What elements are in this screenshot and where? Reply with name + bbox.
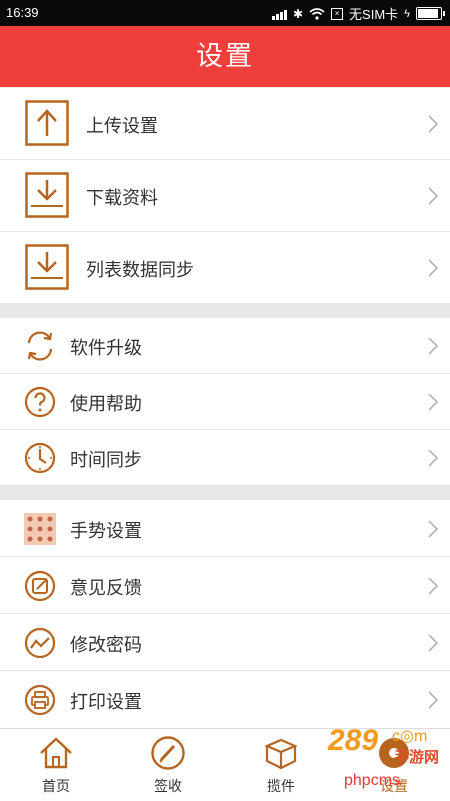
carrier-label: 无SIM卡 [349,7,399,22]
chevron-right-icon [428,520,438,538]
bluetooth-icon: ✱ [292,6,304,21]
sign-icon [151,736,185,770]
menu-item-print-settings[interactable]: 打印设置 [0,671,450,728]
chevron-right-icon [428,691,438,709]
tab-sign[interactable]: 签收 [112,729,224,801]
menu-item-download-data[interactable]: 下载资料 [0,160,450,232]
menu-item-label: 手势设置 [70,521,142,542]
gesture-grid-icon [24,513,56,545]
chevron-right-icon [428,393,438,411]
watermark-suffix: 手游网 [394,748,440,766]
menu-item-list-data-sync[interactable]: 列表数据同步 [0,232,450,304]
menu-item-label: 列表数据同步 [86,260,194,281]
tab-home[interactable]: 首页 [0,729,112,801]
status-bar: 16:39 ✱ × 无SIM卡 ϟ [0,0,450,26]
help-icon [24,386,56,418]
tab-label: 首页 [42,779,70,795]
menu-item-upload-settings[interactable]: 上传设置 [0,88,450,160]
menu-item-label: 上传设置 [86,116,158,137]
chevron-right-icon [428,634,438,652]
tab-label: 签收 [154,779,182,795]
tab-pickup[interactable]: 揽件 [225,729,337,801]
battery-icon [416,7,445,20]
home-icon [40,737,72,769]
wifi-icon [309,7,325,20]
menu-item-time-sync[interactable]: 时间同步 [0,430,450,486]
menu-item-label: 下载资料 [86,188,158,209]
password-icon [24,627,56,659]
menu-item-gesture-settings[interactable]: 手势设置 [0,500,450,557]
menu-item-label: 打印设置 [70,692,142,713]
refresh-icon [27,331,53,361]
chevron-right-icon [428,577,438,595]
menu-item-change-password[interactable]: 修改密码 [0,614,450,671]
feedback-icon [24,570,56,602]
signal-icon [271,8,287,20]
menu-item-label: 意见反馈 [70,578,142,599]
upload-icon [25,100,69,146]
printer-icon [24,684,56,716]
menu-item-label: 使用帮助 [70,394,142,415]
page-title: 设置 [196,41,254,72]
chevron-right-icon [428,187,438,205]
chevron-right-icon [428,259,438,277]
watermark-com-icon: c◎m [392,728,428,745]
charging-icon: ϟ [404,7,410,20]
menu-item-help[interactable]: 使用帮助 [0,374,450,430]
package-icon [264,738,298,770]
watermark-site: phpcms [344,772,401,789]
watermark: 289 c◎m 手游网 phpcms [328,722,448,798]
chevron-right-icon [428,337,438,355]
menu-item-label: 时间同步 [70,450,142,471]
watermark-brand: 289 [328,724,379,757]
section-divider [0,304,450,318]
menu-item-feedback[interactable]: 意见反馈 [0,557,450,614]
menu-item-label: 修改密码 [70,635,142,656]
clock-icon [24,442,56,474]
status-time: 16:39 [6,5,39,20]
download-icon [25,244,69,290]
tab-label: 揽件 [267,779,295,795]
sim-icon: × [331,7,344,20]
download-icon [25,172,69,218]
chevron-right-icon [428,115,438,133]
menu-item-software-upgrade[interactable]: 软件升级 [0,318,450,374]
section-divider [0,486,450,500]
chevron-right-icon [428,449,438,467]
header: 设置 [0,26,450,87]
menu-item-label: 软件升级 [70,338,142,359]
